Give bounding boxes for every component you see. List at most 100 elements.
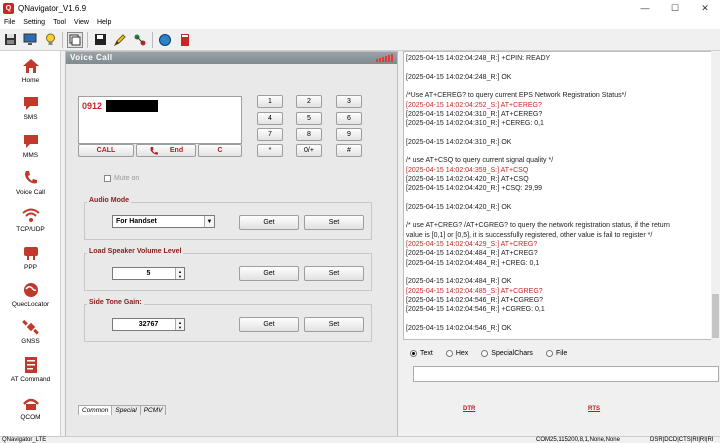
sidebar-item-queclocator[interactable]: QuecLocator xyxy=(0,281,61,317)
option-hex[interactable]: Hex xyxy=(445,350,468,357)
menu-setting[interactable]: Setting xyxy=(19,19,49,26)
sidebar-item-label: AT Command xyxy=(10,376,51,383)
menu-help[interactable]: Help xyxy=(93,19,115,26)
clear-button-label: C xyxy=(217,147,223,154)
sidebar-item-qcom[interactable]: QCOM xyxy=(0,394,61,430)
speaker-volume-title: Load Speaker Volume Level xyxy=(87,248,184,255)
lightbulb-icon[interactable] xyxy=(42,32,58,48)
keypad-7[interactable]: 7 xyxy=(257,128,283,141)
status-app-name: QNavigator_LTE xyxy=(2,437,47,443)
option-file[interactable]: File xyxy=(545,350,568,357)
keypad-1[interactable]: 1 xyxy=(257,95,283,108)
speaker-volume-set-button[interactable]: Set xyxy=(304,266,364,281)
stepper-arrows-icon[interactable]: ▲ ▼ xyxy=(175,268,184,279)
mute-label: Mute on xyxy=(114,175,140,182)
mute-checkbox[interactable]: Mute on xyxy=(104,175,139,182)
radio-file[interactable] xyxy=(545,350,553,357)
window-controls: — ☐ ✕ xyxy=(630,0,720,16)
copy-icon[interactable] xyxy=(67,31,83,48)
at-log-panel[interactable]: [2025-04-15 14:02:04:248_R:] +CPIN: READ… xyxy=(403,51,720,340)
log-line: [2025-04-15 14:02:04:248_R:] +CPIN: READ… xyxy=(406,55,551,62)
sidebar-item-label: GNSS xyxy=(21,338,40,345)
option-specialchars[interactable]: SpecialChars xyxy=(481,350,533,357)
pencil-icon[interactable] xyxy=(112,32,128,48)
log-line: [2025-04-15 14:02:04:420_R:] OK xyxy=(406,203,512,211)
speaker-volume-get-button[interactable]: Get xyxy=(239,266,299,281)
sidebar-item-gnss[interactable]: GNSS xyxy=(0,318,61,354)
sidebar-item-label: QuecLocator xyxy=(11,301,50,308)
status-bar: QNavigator_LTE COM25,115200,8,1,None,Non… xyxy=(0,436,720,443)
book-icon[interactable] xyxy=(177,32,193,48)
menu-view[interactable]: View xyxy=(70,19,93,26)
keypad-8[interactable]: 8 xyxy=(296,128,322,141)
mute-checkbox-box xyxy=(104,175,111,182)
audio-mode-get-button[interactable]: Get xyxy=(239,215,299,230)
sidebar-item-home[interactable]: Home xyxy=(0,57,61,93)
option-file-label: File xyxy=(555,350,568,357)
menu-bar: File Setting Tool View Help xyxy=(0,16,720,29)
dial-number-display[interactable]: 0912 xyxy=(78,96,242,144)
end-button[interactable]: End xyxy=(136,144,196,157)
keypad-3[interactable]: 3 xyxy=(336,95,362,108)
keypad-hash[interactable]: # xyxy=(336,144,362,157)
keypad-4[interactable]: 4 xyxy=(257,112,283,125)
side-tone-stepper[interactable]: 32767 ▲ ▼ xyxy=(112,318,185,331)
sidebar: Home SMS MMS Voice Call TCP/UDP PPP Quec… xyxy=(0,51,61,436)
monitor-icon[interactable] xyxy=(22,32,38,48)
keypad-5[interactable]: 5 xyxy=(296,112,322,125)
clear-button[interactable]: C xyxy=(198,144,242,157)
status-port: COM25,115200,8,1,None,None xyxy=(536,437,620,443)
speaker-volume-stepper[interactable]: 5 ▲ ▼ xyxy=(112,267,185,280)
keypad-2[interactable]: 2 xyxy=(296,95,322,108)
sidebar-item-label: QCOM xyxy=(20,414,41,421)
tab-common[interactable]: Common xyxy=(78,405,113,415)
stepper-arrows-icon[interactable]: ▲ ▼ xyxy=(175,319,184,330)
home-icon xyxy=(21,57,41,75)
sidebar-item-mms[interactable]: MMS xyxy=(0,132,61,168)
maximize-button[interactable]: ☐ xyxy=(660,0,690,16)
globe-icon[interactable] xyxy=(157,32,173,48)
send-command-input[interactable] xyxy=(413,366,719,382)
radio-specialchars[interactable] xyxy=(481,350,489,357)
audio-mode-set-button[interactable]: Set xyxy=(304,215,364,230)
close-button[interactable]: ✕ xyxy=(690,0,720,16)
side-tone-get-button[interactable]: Get xyxy=(239,317,299,332)
sidebar-item-label: TCP/UDP xyxy=(16,226,45,233)
log-scrollbar[interactable] xyxy=(711,51,720,340)
sidebar-item-voice-call[interactable]: Voice Call xyxy=(0,169,61,205)
radio-hex[interactable] xyxy=(445,350,453,357)
save-icon[interactable] xyxy=(2,32,18,48)
option-text[interactable]: Text xyxy=(410,350,433,357)
sidebar-item-ppp[interactable]: PPP xyxy=(0,244,61,280)
tab-special[interactable]: Special xyxy=(111,405,141,415)
menu-tool[interactable]: Tool xyxy=(49,19,70,26)
log-line: [2025-04-15 14:02:04:420_R:] +CSQ: 29,99 xyxy=(406,185,543,193)
log-line: [2025-04-15 14:02:04:310_R:] OK xyxy=(406,138,512,146)
log-line: [2025-04-15 14:02:04:484_R:] AT+CREG? xyxy=(406,250,538,258)
sidebar-item-tcp-udp[interactable]: TCP/UDP xyxy=(0,206,61,242)
keypad-9[interactable]: 9 xyxy=(336,128,362,141)
minimize-button[interactable]: — xyxy=(630,0,660,16)
sidebar-item-at-command[interactable]: AT Command xyxy=(0,356,61,392)
rts-toggle[interactable]: RTS xyxy=(588,406,600,412)
dtr-toggle[interactable]: DTR xyxy=(463,406,475,412)
log-scrollbar-thumb[interactable] xyxy=(712,294,719,338)
log-line: /*Use AT+CEREG? to query current EPS Net… xyxy=(406,92,627,100)
window-title: QNavigator_V1.6.9 xyxy=(18,3,87,13)
keypad-star[interactable]: * xyxy=(257,144,283,157)
sidebar-item-sms[interactable]: SMS xyxy=(0,94,61,130)
speaker-volume-value: 5 xyxy=(146,270,151,277)
radio-text[interactable] xyxy=(410,350,417,357)
audio-mode-select[interactable]: For Handset ▼ xyxy=(112,215,215,228)
keypad-0[interactable]: 0/+ xyxy=(296,144,322,157)
menu-file[interactable]: File xyxy=(0,19,19,26)
disk-icon[interactable] xyxy=(92,32,108,48)
side-tone-set-button[interactable]: Set xyxy=(304,317,364,332)
keypad-6[interactable]: 6 xyxy=(336,112,362,125)
call-button[interactable]: CALL xyxy=(78,144,134,157)
audio-mode-value: For Handset xyxy=(116,218,157,225)
tab-pcmv[interactable]: PCMV xyxy=(139,405,167,415)
sms-icon xyxy=(21,94,41,112)
log-line: /* use AT+CREG? /AT+CGREG? to query the … xyxy=(406,222,670,230)
network-icon[interactable] xyxy=(132,32,148,48)
